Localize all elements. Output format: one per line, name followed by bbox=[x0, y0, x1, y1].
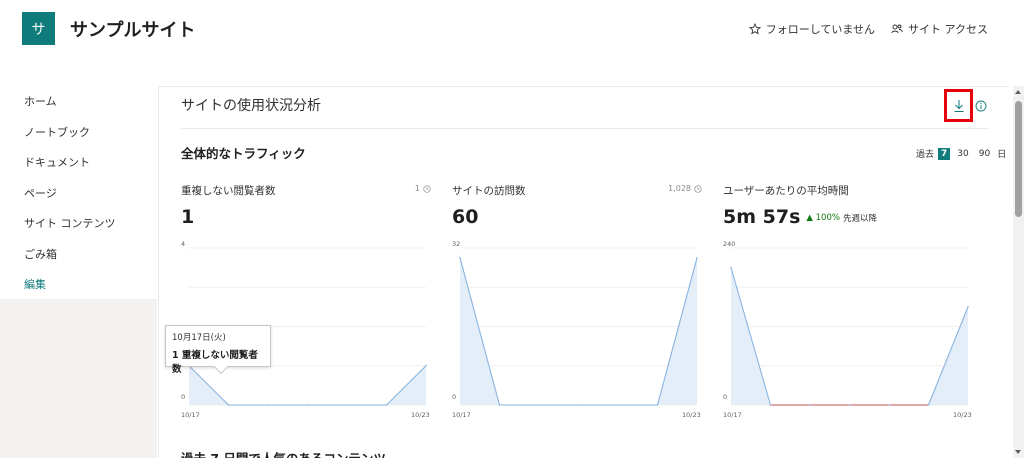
main-content: サイトの使用状況分析 全体的なトラフィック 過去 7 30 90 日 重複しない… bbox=[158, 86, 1010, 458]
metric-card-unique-viewers: 重複しない閲覧者数 1 1 4 0 10/17 10/23 bbox=[181, 183, 431, 428]
card-label: 重複しない閲覧者数 bbox=[181, 185, 276, 197]
x-tick-label-end: 10/23 bbox=[411, 411, 430, 419]
y-tick-label-max: 32 bbox=[452, 240, 460, 248]
y-tick-label-max: 4 bbox=[181, 240, 185, 248]
card-meta: 1 bbox=[415, 184, 431, 193]
follow-button[interactable]: フォローしていません bbox=[748, 21, 876, 37]
site-logo[interactable]: サ bbox=[22, 12, 55, 45]
header-actions: フォローしていません サイト アクセス bbox=[748, 21, 988, 37]
nav-item-site-contents[interactable]: サイト コンテンツ bbox=[0, 208, 157, 239]
info-icon[interactable] bbox=[975, 100, 987, 112]
card-meta-value: 1 bbox=[414, 184, 420, 193]
scroll-up-arrow[interactable] bbox=[1015, 90, 1021, 94]
data-point bbox=[848, 404, 851, 406]
nav-item-notebook[interactable]: ノートブック bbox=[0, 117, 157, 148]
data-point bbox=[730, 266, 732, 269]
card-label: サイトの訪問数 bbox=[452, 185, 526, 197]
range-option-7[interactable]: 7 bbox=[938, 147, 951, 160]
x-tick-label-start: 10/17 bbox=[723, 411, 742, 419]
section-title-popular-content: 過去 7 日間で人気のあるコンテンツ bbox=[181, 448, 386, 458]
star-icon bbox=[748, 23, 761, 35]
scroll-down-arrow[interactable] bbox=[1015, 450, 1021, 454]
left-navigation: ホーム ノートブック ドキュメント ページ サイト コンテンツ ごみ箱 編集 bbox=[0, 86, 157, 458]
vertical-scrollbar[interactable] bbox=[1013, 86, 1024, 458]
site-access-button[interactable]: サイト アクセス bbox=[891, 21, 988, 37]
tooltip-date: 10月17日(火) bbox=[172, 333, 226, 343]
clock-icon bbox=[423, 184, 431, 193]
data-point bbox=[538, 404, 540, 406]
data-point bbox=[385, 404, 388, 406]
avg-time-chart: 240 0 10/17 10/23 bbox=[723, 240, 972, 419]
y-tick-label-min: 0 bbox=[181, 393, 185, 401]
range-prefix: 過去 bbox=[916, 150, 935, 160]
time-range-selector: 過去 7 30 90 日 bbox=[916, 147, 1006, 160]
card-meta-value: 1,028 bbox=[668, 184, 691, 193]
range-option-90[interactable]: 90 bbox=[976, 148, 993, 160]
metric-card-avg-time: ユーザーあたりの平均時間 5m 57s ▲ 100% 先週以降 240 0 10/17 1… bbox=[723, 183, 973, 428]
nav-footer-area bbox=[0, 299, 157, 458]
card-label: ユーザーあたりの平均時間 bbox=[723, 185, 849, 197]
data-point bbox=[267, 404, 269, 406]
data-point bbox=[888, 404, 890, 406]
divider bbox=[181, 128, 989, 129]
nav-item-documents[interactable]: ドキュメント bbox=[0, 147, 157, 178]
data-point bbox=[656, 404, 659, 406]
data-point bbox=[577, 404, 580, 406]
range-option-30[interactable]: 30 bbox=[954, 148, 971, 160]
data-point bbox=[227, 404, 230, 406]
data-point bbox=[459, 257, 461, 259]
section-title-overall-traffic: 全体的なトラフィック bbox=[181, 146, 306, 161]
y-tick-label-min: 0 bbox=[452, 393, 456, 401]
series-line bbox=[459, 257, 698, 406]
data-point bbox=[306, 404, 309, 406]
data-point bbox=[967, 306, 969, 308]
download-button[interactable] bbox=[944, 89, 973, 122]
download-icon bbox=[954, 99, 963, 112]
series-area bbox=[731, 267, 968, 405]
data-point bbox=[346, 404, 348, 406]
card-value: 5m 57s ▲ 100% 先週以降 bbox=[723, 206, 877, 228]
page-title: サイトの使用状況分析 bbox=[181, 98, 321, 114]
metric-card-site-visits: サイトの訪問数 1,028 60 32 0 10/17 10/23 bbox=[452, 183, 702, 428]
scroll-thumb[interactable] bbox=[1015, 101, 1022, 217]
data-point bbox=[425, 364, 427, 367]
card-value: 60 bbox=[452, 206, 479, 228]
x-tick-label-end: 10/23 bbox=[682, 411, 701, 419]
data-point bbox=[498, 404, 501, 406]
series-line bbox=[730, 267, 969, 406]
nav-item-home[interactable]: ホーム bbox=[0, 86, 157, 117]
clock-icon bbox=[694, 184, 702, 193]
site-header: サ サンプルサイト フォローしていません サイト アクセス bbox=[0, 0, 1024, 58]
range-suffix: 日 bbox=[997, 150, 1007, 160]
data-point bbox=[769, 404, 772, 406]
chart-tooltip: 10月17日(火) 1 重複しない閲覧者数 bbox=[165, 325, 271, 375]
data-point bbox=[927, 404, 930, 406]
nav-item-recycle-bin[interactable]: ごみ箱 bbox=[0, 239, 157, 270]
card-value-text: 5m 57s bbox=[723, 206, 801, 228]
trend-label: 先週以降 bbox=[842, 213, 877, 224]
follow-label: フォローしていません bbox=[765, 23, 876, 36]
card-value: 1 bbox=[181, 206, 195, 228]
data-point bbox=[617, 404, 619, 406]
people-icon bbox=[891, 24, 903, 34]
nav-item-pages[interactable]: ページ bbox=[0, 178, 157, 209]
y-tick-label-max: 240 bbox=[723, 240, 735, 248]
series-area bbox=[460, 257, 697, 405]
card-meta: 1,028 bbox=[668, 184, 702, 193]
x-tick-label-start: 10/17 bbox=[452, 411, 471, 419]
x-tick-label-start: 10/17 bbox=[181, 411, 200, 419]
nav-item-edit[interactable]: 編集 bbox=[0, 269, 157, 300]
data-point bbox=[696, 257, 698, 259]
trend-badge: ▲ 100% bbox=[806, 212, 840, 223]
y-tick-label-min: 0 bbox=[723, 393, 727, 401]
x-tick-label-end: 10/23 bbox=[953, 411, 972, 419]
data-point bbox=[809, 404, 811, 406]
site-title[interactable]: サンプルサイト bbox=[70, 16, 195, 42]
site-access-label: サイト アクセス bbox=[908, 23, 988, 36]
tooltip-text: 1 重複しない閲覧者数 bbox=[172, 350, 258, 375]
site-visits-chart: 32 0 10/17 10/23 bbox=[452, 240, 701, 419]
